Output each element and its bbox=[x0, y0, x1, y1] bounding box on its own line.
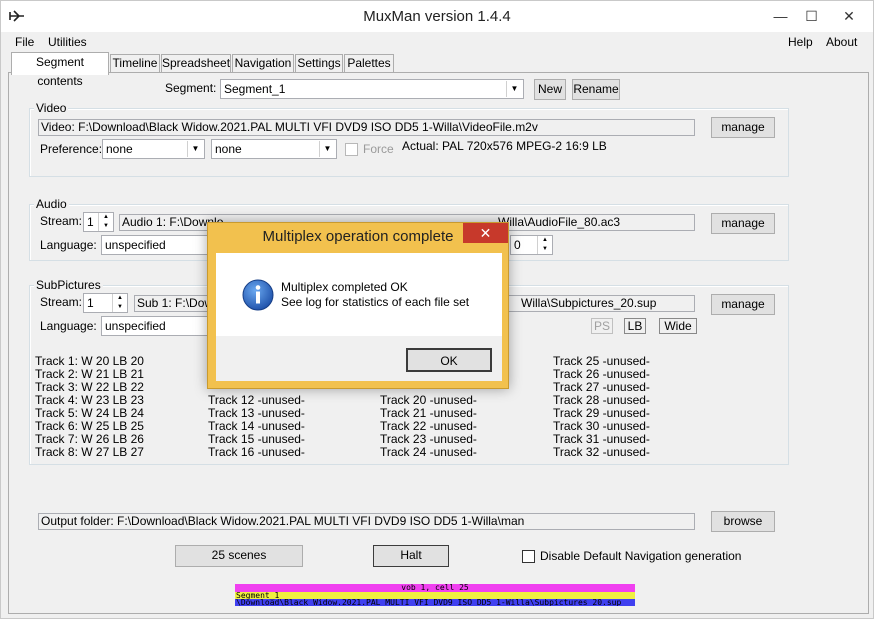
force-checkbox[interactable] bbox=[345, 143, 358, 156]
segment-label: Segment: bbox=[165, 81, 217, 95]
subpicture-stream-value: 1 bbox=[87, 296, 94, 310]
chevron-down-icon: ▼ bbox=[506, 81, 522, 97]
multiplex-complete-dialog: Multiplex operation complete ✕ Multiplex… bbox=[207, 222, 509, 389]
window-title: MuxMan version 1.4.4 bbox=[363, 8, 511, 25]
browse-button[interactable]: browse bbox=[711, 511, 775, 532]
dialog-ok-button[interactable]: OK bbox=[406, 348, 492, 372]
audio-language-label: Language: bbox=[40, 238, 97, 252]
spin-up-icon[interactable]: ▲ bbox=[538, 236, 552, 245]
subpicture-manage-button[interactable]: manage bbox=[711, 294, 775, 315]
segment-select[interactable]: Segment_1 ▼ bbox=[220, 79, 524, 99]
tab-timeline[interactable]: Timeline bbox=[110, 54, 160, 73]
dialog-message-line1: Multiplex completed OK bbox=[281, 280, 408, 294]
video-file-path: Video: F:\Download\Black Widow.2021.PAL … bbox=[38, 119, 695, 136]
audio-secondary-spinner[interactable]: 0 ▲ ▼ bbox=[510, 235, 553, 255]
audio-group-title: Audio bbox=[34, 197, 69, 211]
preference-select-1[interactable]: none ▼ bbox=[102, 139, 205, 159]
tab-palettes[interactable]: Palettes bbox=[344, 54, 394, 73]
menu-help[interactable]: Help bbox=[788, 35, 813, 49]
progress-line-vob: vob 1, cell 25 bbox=[235, 584, 635, 592]
subpicture-file-right: Willa\Subpictures_20.sup bbox=[521, 296, 657, 310]
tab-settings[interactable]: Settings bbox=[295, 54, 343, 73]
audio-stream-value: 1 bbox=[87, 215, 94, 229]
tab-navigation[interactable]: Navigation bbox=[232, 54, 294, 73]
preference-2-value: none bbox=[215, 142, 242, 156]
lb-toggle[interactable]: LB bbox=[624, 318, 646, 334]
subpicture-language-value: unspecified bbox=[105, 319, 166, 333]
force-label: Force bbox=[363, 142, 394, 156]
info-icon bbox=[242, 279, 274, 311]
dialog-close-button[interactable]: ✕ bbox=[463, 223, 508, 243]
muxman-window: MuxMan version 1.4.4 — ☐ ✕ File Utilitie… bbox=[0, 0, 874, 619]
track-column-2: Track 12 -unused- Track 13 -unused- Trac… bbox=[208, 394, 305, 459]
new-segment-button[interactable]: New bbox=[534, 79, 566, 100]
subpictures-group-title: SubPictures bbox=[34, 278, 103, 292]
rename-segment-button[interactable]: Rename bbox=[572, 79, 620, 100]
preference-1-value: none bbox=[106, 142, 133, 156]
spin-down-icon[interactable]: ▼ bbox=[113, 303, 127, 312]
ps-toggle[interactable]: PS bbox=[591, 318, 613, 334]
subpicture-file-left: Sub 1: F:\Dow bbox=[137, 296, 214, 310]
tab-spreadsheet[interactable]: Spreadsheet bbox=[161, 54, 231, 73]
audio-language-select[interactable]: unspecified bbox=[101, 235, 211, 255]
close-button[interactable]: ✕ bbox=[826, 1, 872, 31]
audio-file-right: Willa\AudioFile_80.ac3 bbox=[498, 215, 621, 229]
progress-display: vob 1, cell 25 Segment_1 \Download\Black… bbox=[235, 584, 635, 606]
dialog-body: Multiplex completed OK See log for stati… bbox=[216, 253, 502, 336]
audio-language-value: unspecified bbox=[105, 238, 166, 252]
video-manage-button[interactable]: manage bbox=[711, 117, 775, 138]
title-bar: MuxMan version 1.4.4 — ☐ ✕ bbox=[1, 1, 873, 32]
track-column-3: Track 20 -unused- Track 21 -unused- Trac… bbox=[380, 394, 477, 459]
spinner-arrows[interactable]: ▲ ▼ bbox=[537, 236, 552, 254]
menu-utilities[interactable]: Utilities bbox=[48, 35, 87, 49]
spin-down-icon[interactable]: ▼ bbox=[538, 245, 552, 254]
audio-manage-button[interactable]: manage bbox=[711, 213, 775, 234]
minimize-button[interactable]: — bbox=[765, 1, 796, 31]
video-group-title: Video bbox=[34, 101, 69, 115]
subpicture-stream-label: Stream: bbox=[40, 295, 83, 309]
track-item: Track 24 -unused- bbox=[380, 445, 477, 459]
track-item: Track 32 -unused- bbox=[553, 445, 650, 459]
chevron-down-icon: ▼ bbox=[319, 141, 335, 157]
disable-navigation-label: Disable Default Navigation generation bbox=[540, 549, 742, 563]
subpicture-language-label: Language: bbox=[40, 319, 97, 333]
spin-up-icon[interactable]: ▲ bbox=[113, 294, 127, 303]
preference-label: Preference: bbox=[40, 142, 103, 156]
menu-file[interactable]: File bbox=[15, 35, 34, 49]
menu-about[interactable]: About bbox=[826, 35, 857, 49]
spin-down-icon[interactable]: ▼ bbox=[99, 222, 113, 231]
track-column-4: Track 25 -unused- Track 26 -unused- Trac… bbox=[553, 355, 650, 459]
subpicture-stream-spinner[interactable]: 1 ▲ ▼ bbox=[83, 293, 128, 313]
maximize-button[interactable]: ☐ bbox=[796, 1, 827, 31]
progress-line-file: \Download\Black Widow.2021.PAL MULTI VFI… bbox=[235, 599, 635, 606]
subpicture-language-select[interactable]: unspecified bbox=[101, 316, 211, 336]
audio-stream-spinner[interactable]: 1 ▲ ▼ bbox=[83, 212, 114, 232]
audio-stream-label: Stream: bbox=[40, 214, 83, 228]
dialog-message-line2: See log for statistics of each file set bbox=[281, 295, 470, 309]
wide-toggle[interactable]: Wide bbox=[659, 318, 697, 334]
dialog-footer: OK bbox=[216, 336, 502, 381]
spinner-arrows[interactable]: ▲ ▼ bbox=[98, 213, 113, 231]
preference-select-2[interactable]: none ▼ bbox=[211, 139, 337, 159]
menu-bar: File Utilities Help About bbox=[1, 32, 873, 51]
segment-value: Segment_1 bbox=[224, 82, 286, 96]
halt-button[interactable]: Halt bbox=[373, 545, 449, 567]
output-folder-path: Output folder: F:\Download\Black Widow.2… bbox=[38, 513, 695, 530]
video-actual-info: Actual: PAL 720x576 MPEG-2 16:9 LB bbox=[402, 139, 607, 153]
audio-secondary-value: 0 bbox=[514, 238, 521, 252]
tab-segment-contents[interactable]: Segment contents bbox=[11, 52, 109, 88]
spin-up-icon[interactable]: ▲ bbox=[99, 213, 113, 222]
spinner-arrows[interactable]: ▲ ▼ bbox=[112, 294, 127, 312]
chevron-down-icon: ▼ bbox=[187, 141, 203, 157]
track-column-1: Track 1: W 20 LB 20 Track 2: W 21 LB 21 … bbox=[35, 355, 144, 459]
disable-navigation-checkbox[interactable] bbox=[522, 550, 535, 563]
scenes-button[interactable]: 25 scenes bbox=[175, 545, 303, 567]
track-item: Track 8: W 27 LB 27 bbox=[35, 445, 144, 459]
track-item: Track 16 -unused- bbox=[208, 445, 305, 459]
